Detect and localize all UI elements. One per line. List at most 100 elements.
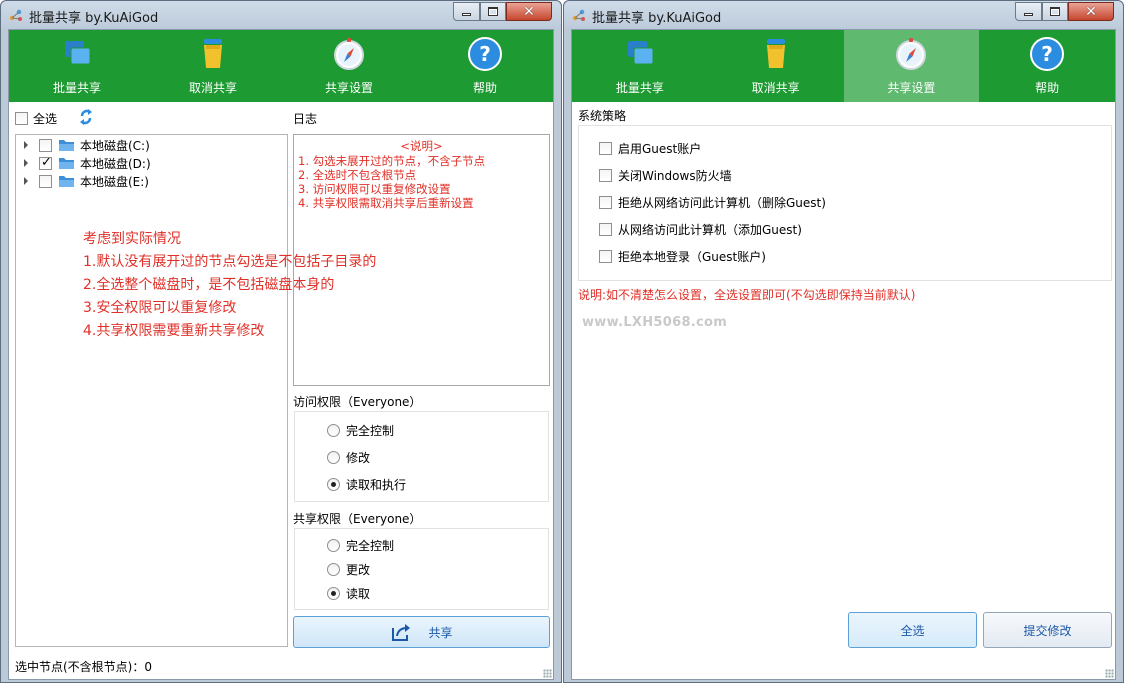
tab-cancel-share[interactable]: 取消共享: [145, 30, 281, 102]
tab-batch-share[interactable]: 批量共享: [9, 30, 145, 102]
main-toolbar: 批量共享 取消共享 共享设置 ? 帮助: [572, 30, 1115, 102]
radio-button[interactable]: [327, 478, 340, 491]
share-option-read[interactable]: 读取: [327, 585, 370, 602]
tab-label: 共享设置: [324, 81, 373, 95]
trash-icon: [204, 39, 222, 68]
tree-node[interactable]: 本地磁盘(C:): [16, 136, 150, 154]
resize-grip-icon[interactable]: [543, 669, 552, 678]
node-label: 本地磁盘(C:): [80, 138, 150, 153]
resize-grip-icon[interactable]: [1105, 669, 1114, 678]
option-label: 读取: [346, 587, 371, 601]
checkbox-box[interactable]: [15, 112, 28, 125]
tab-share-settings[interactable]: 共享设置: [843, 30, 980, 102]
window-client: 批量共享 取消共享 共享设置 ?: [8, 29, 554, 680]
tab-label: 取消共享: [751, 81, 800, 95]
select-all-button[interactable]: 全选: [848, 612, 977, 648]
tab-batch-share[interactable]: 批量共享: [572, 30, 708, 102]
system-policy-label: 系统策略: [578, 109, 627, 123]
policy-checkbox[interactable]: [599, 169, 612, 182]
share-arrow-icon: [392, 624, 411, 641]
access-option-full-control[interactable]: 完全控制: [327, 422, 394, 439]
policy-label: 从网络访问此计算机（添加Guest): [618, 223, 802, 237]
tab-label: 帮助: [1035, 81, 1060, 95]
expand-arrow-icon[interactable]: [24, 159, 28, 167]
maximize-button[interactable]: [1042, 2, 1068, 21]
share-button[interactable]: 共享: [293, 616, 550, 648]
svg-text:?: ?: [1041, 42, 1053, 66]
expand-arrow-icon[interactable]: [24, 177, 28, 185]
tab-cancel-share[interactable]: 取消共享: [708, 30, 844, 102]
node-label: 本地磁盘(E:): [80, 174, 149, 189]
policy-checkbox[interactable]: [599, 250, 612, 263]
policy-label: 拒绝从网络访问此计算机（删除Guest): [618, 196, 826, 210]
window-share-settings: 批量共享 by.KuAiGod ✕ 批量共享 取消共享 共享设置 ? 帮助 系统…: [563, 0, 1124, 683]
option-label: 更改: [346, 563, 371, 577]
log-label: 日志: [293, 112, 318, 126]
node-checkbox[interactable]: [39, 174, 52, 188]
policy-checkbox[interactable]: [599, 223, 612, 236]
policy-checkbox[interactable]: [599, 196, 612, 209]
radio-button[interactable]: [327, 451, 340, 464]
status-bar-text: 选中节点(不含根节点)：0: [15, 660, 152, 674]
drive-tree[interactable]: 本地磁盘(C:) 本地磁盘(D:) 本地磁盘(E:): [15, 134, 288, 647]
radio-button[interactable]: [327, 587, 340, 600]
submit-button-label: 提交修改: [1023, 623, 1072, 638]
policy-disable-firewall[interactable]: 关闭Windows防火墙: [599, 167, 732, 184]
node-checkbox[interactable]: [39, 155, 52, 170]
watermark-text: www.LXH5068.com: [582, 315, 728, 330]
help-icon: ?: [468, 37, 502, 71]
share-option-full-control[interactable]: 完全控制: [327, 537, 394, 554]
trash-icon: [766, 39, 785, 68]
folder-icon: [59, 176, 74, 187]
window-title: 批量共享 by.KuAiGod: [592, 11, 722, 26]
minimize-button[interactable]: [1015, 2, 1042, 21]
close-button[interactable]: ✕: [1068, 2, 1114, 21]
tab-label: 批量共享: [52, 81, 101, 95]
submit-changes-button[interactable]: 提交修改: [983, 612, 1112, 648]
tab-help[interactable]: ? 帮助: [979, 30, 1115, 102]
tree-node[interactable]: 本地磁盘(D:): [16, 154, 151, 172]
node-label: 本地磁盘(D:): [80, 156, 151, 171]
tab-help[interactable]: ? 帮助: [417, 30, 553, 102]
radio-button[interactable]: [327, 424, 340, 437]
node-checkbox[interactable]: [39, 138, 52, 152]
option-label: 完全控制: [346, 539, 395, 553]
radio-button[interactable]: [327, 563, 340, 576]
log-textbox[interactable]: <说明> 1. 勾选未展开过的节点，不含子节点 2. 全选时不包含根节点 3. …: [293, 134, 550, 386]
tab-label: 批量共享: [615, 81, 664, 95]
policy-allow-network-access[interactable]: 从网络访问此计算机（添加Guest): [599, 221, 802, 238]
share-windows-icon: [65, 41, 91, 65]
share-button-label: 共享: [428, 625, 453, 640]
share-permission-group: 完全控制 更改 读取: [294, 528, 549, 610]
close-button[interactable]: ✕: [506, 2, 552, 21]
system-policy-group: 启用Guest账户 关闭Windows防火墙 拒绝从网络访问此计算机（删除Gue…: [578, 125, 1112, 281]
log-title: <说明>: [400, 139, 443, 153]
maximize-button[interactable]: [480, 2, 506, 21]
tree-node[interactable]: 本地磁盘(E:): [16, 172, 149, 190]
main-toolbar: 批量共享 取消共享 共享设置 ? 帮助: [9, 30, 553, 102]
share-option-change[interactable]: 更改: [327, 561, 370, 578]
app-icon: [9, 9, 22, 21]
compass-icon: [334, 38, 364, 70]
window-client: 批量共享 取消共享 共享设置 ?: [571, 29, 1116, 680]
select-all-checkbox[interactable]: 全选: [15, 110, 57, 127]
radio-button[interactable]: [327, 539, 340, 552]
compass-icon: [896, 38, 927, 70]
title-bar[interactable]: 批量共享 by.KuAiGod ✕: [564, 1, 1123, 29]
policy-checkbox[interactable]: [599, 142, 612, 155]
expand-arrow-icon[interactable]: [24, 141, 28, 149]
access-option-read-execute[interactable]: 读取和执行: [327, 476, 406, 493]
refresh-icon[interactable]: [79, 108, 93, 126]
title-bar[interactable]: 批量共享 by.KuAiGod ✕: [1, 1, 561, 29]
option-label: 读取和执行: [346, 478, 407, 492]
access-option-modify[interactable]: 修改: [327, 449, 370, 466]
minimize-button[interactable]: [453, 2, 480, 21]
tab-label: 帮助: [472, 81, 497, 95]
policy-label: 启用Guest账户: [618, 142, 702, 156]
minimize-icon: [462, 13, 471, 16]
policy-deny-network-access[interactable]: 拒绝从网络访问此计算机（删除Guest): [599, 194, 826, 211]
policy-deny-local-logon[interactable]: 拒绝本地登录（Guest账户): [599, 248, 766, 265]
policy-enable-guest[interactable]: 启用Guest账户: [599, 140, 701, 157]
access-permission-label: 访问权限（Everyone）: [293, 395, 422, 409]
tab-share-settings[interactable]: 共享设置: [281, 30, 417, 102]
